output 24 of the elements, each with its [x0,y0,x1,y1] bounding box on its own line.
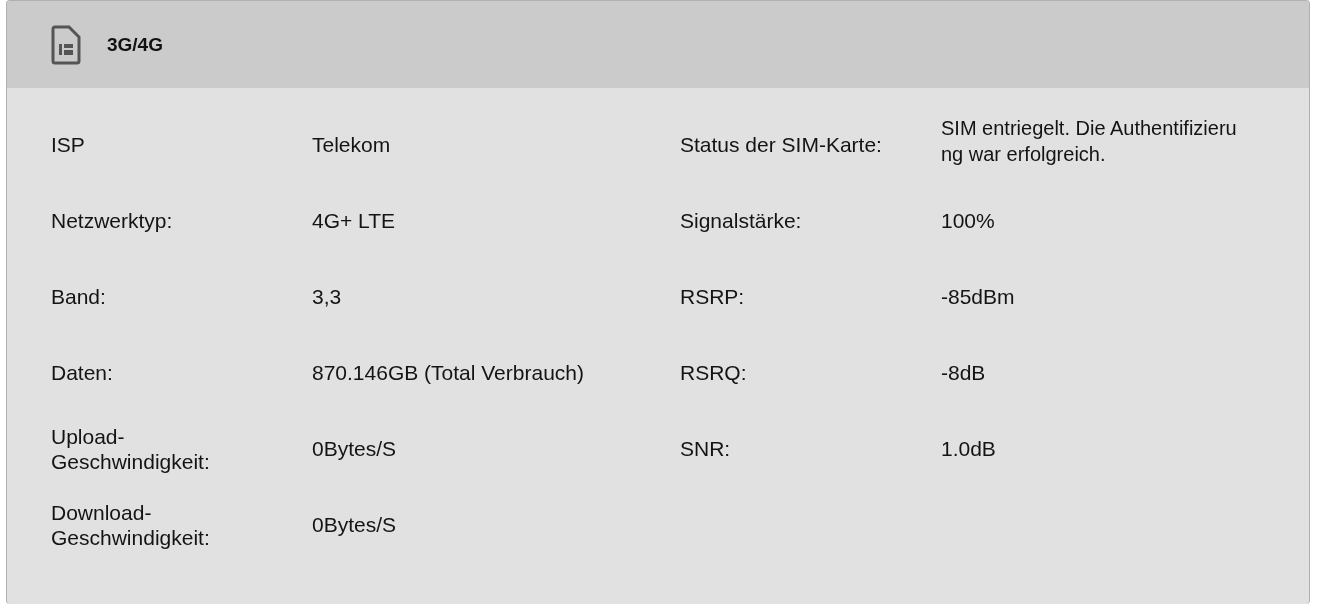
field-label: Signalstärke: [680,208,802,234]
field-value: 100% [941,208,995,234]
field-value: 4G+ LTE [312,208,396,234]
field-label: Netzwerktyp: [51,208,173,234]
field-label: RSRP: [680,284,745,310]
field-value: 1.0dB [941,436,996,462]
field-value: Telekom [312,132,391,158]
field-label: Upload-Geschwindigkeit: [51,423,211,475]
field-value: -8dB [941,360,986,386]
field-value: SIM entriegelt. Die Authentifizierung war erfolgreich. [941,115,1238,167]
field-label: Band: [51,284,106,310]
field-value: 0Bytes/S [312,512,397,538]
field-value: 3,3 [312,284,342,310]
field-label: Download-Geschwindigkeit: [51,499,211,551]
panel-title: 3G/4G [107,33,163,56]
field-value: 0Bytes/S [312,436,397,462]
field-label: ISP [51,132,85,158]
field-label: Daten: [51,360,113,386]
field-value: -85dBm [941,284,1015,310]
sim-card-icon [51,24,81,65]
field-label: SNR: [680,436,731,462]
field-label: RSRQ: [680,360,747,386]
field-label: Status der SIM-Karte: [680,132,882,158]
field-value: 870.146GB (Total Verbrauch) [312,360,584,386]
